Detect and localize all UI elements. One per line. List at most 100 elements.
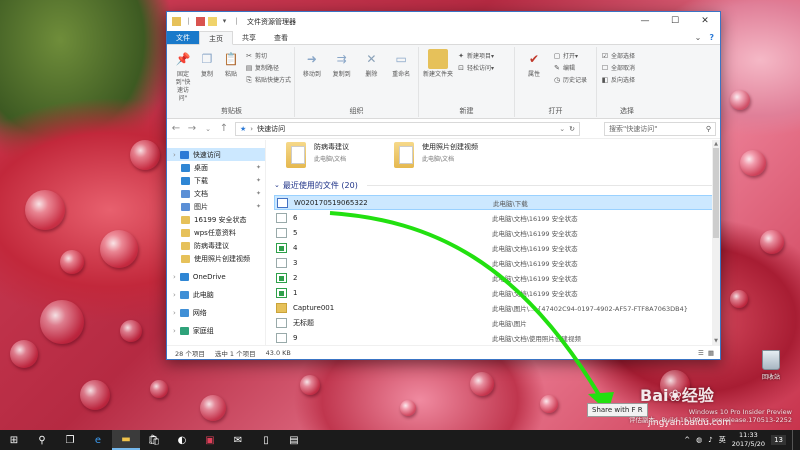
- search-icon[interactable]: ⚲: [28, 430, 56, 450]
- nav-item[interactable]: wps任意资料: [167, 226, 265, 239]
- select-none-button[interactable]: ☐ 全部取消: [601, 63, 635, 73]
- file-row[interactable]: 5 此电脑\文档\16199 安全状态: [274, 225, 720, 240]
- paste-shortcut-button[interactable]: ⎘ 粘贴快捷方式: [245, 75, 291, 85]
- title-bar[interactable]: | ▾ | 文件资源管理器 — ☐ ✕: [167, 12, 720, 31]
- copy-path-button[interactable]: ▤ 复制路径: [245, 63, 291, 73]
- address-bar[interactable]: ★ › 快速访问 ⌄ ↻: [235, 121, 580, 136]
- back-arrow-icon[interactable]: ←: [171, 123, 181, 134]
- file-row[interactable]: 9 此电脑\文档\使用照片创建视频: [274, 330, 720, 345]
- details-view-icon[interactable]: ☰: [698, 349, 704, 357]
- select-all-button[interactable]: ☑ 全部选择: [601, 51, 635, 61]
- new-folder-icon[interactable]: [208, 17, 217, 26]
- tab-home[interactable]: 主页: [199, 31, 233, 45]
- customize-chevron-icon[interactable]: ▾: [220, 17, 229, 26]
- input-method[interactable]: 英: [719, 435, 726, 445]
- notepad-icon[interactable]: ▤: [280, 430, 308, 450]
- expand-chevron-icon[interactable]: ›: [173, 291, 176, 299]
- ribbon-collapse-chevron-icon[interactable]: ⌄: [695, 33, 702, 42]
- nav-item[interactable]: 防病毒建议: [167, 239, 265, 252]
- folder-tile-path: 此电脑\文档: [422, 156, 455, 163]
- expand-chevron-icon[interactable]: ›: [173, 273, 176, 281]
- nav-item[interactable]: › 快速访问: [167, 148, 265, 161]
- scroll-up-icon[interactable]: ▲: [712, 140, 720, 148]
- file-row[interactable]: 无标题 此电脑\图片: [274, 315, 720, 330]
- mail-icon[interactable]: ✉: [224, 430, 252, 450]
- nav-item[interactable]: 文档 ✦: [167, 187, 265, 200]
- history-button[interactable]: ◷ 历史记录: [553, 75, 587, 85]
- help-icon[interactable]: ?: [709, 33, 714, 42]
- recycle-bin[interactable]: 回收站: [756, 350, 786, 381]
- new-folder-icon: [428, 49, 448, 69]
- nav-item[interactable]: 16199 安全状态: [167, 213, 265, 226]
- action-center-button[interactable]: 13: [771, 435, 786, 445]
- close-button[interactable]: ✕: [690, 12, 720, 31]
- tab-view[interactable]: 查看: [265, 31, 297, 44]
- properties-icon[interactable]: [196, 17, 205, 26]
- tab-share[interactable]: 共享: [233, 31, 265, 44]
- invert-selection-button[interactable]: ◧ 反向选择: [601, 75, 635, 85]
- large-icons-view-icon[interactable]: ▦: [708, 349, 714, 357]
- file-explorer-icon[interactable]: ▬: [112, 430, 140, 450]
- nav-item[interactable]: 桌面 ✦: [167, 161, 265, 174]
- forward-arrow-icon[interactable]: →: [187, 123, 197, 134]
- nav-item[interactable]: › 此电脑: [167, 288, 265, 301]
- minimize-button[interactable]: —: [630, 12, 660, 31]
- task-view-icon[interactable]: ❐: [56, 430, 84, 450]
- folder-tile[interactable]: 防病毒建议 此电脑\文档: [286, 142, 349, 178]
- recent-files-header[interactable]: ⌄ 最近使用的文件 (20): [274, 178, 720, 192]
- file-row[interactable]: 3 此电脑\文档\16199 安全状态: [274, 255, 720, 270]
- nav-item-label: 图片: [194, 202, 208, 211]
- file-row[interactable]: W020170519065322 此电脑\下载: [274, 195, 720, 210]
- show-hidden-icons-icon[interactable]: ^: [684, 436, 690, 444]
- file-row[interactable]: 1 此电脑\文档\16199 安全状态: [274, 285, 720, 300]
- start-windows-icon[interactable]: ⊞: [0, 430, 28, 450]
- edit-button[interactable]: ✎ 编辑: [553, 63, 587, 73]
- file-row[interactable]: 6 此电脑\文档\16199 安全状态: [274, 210, 720, 225]
- search-icon: ⚲: [705, 124, 711, 133]
- cut-button[interactable]: ✂ 剪切: [245, 51, 291, 61]
- file-path: 此电脑\下载: [493, 199, 528, 208]
- taskbar: ⊞ ⚲ ❐ e ▬ 🛍 ◐ ▣ ✉ ▯ ▤ ^ ◍ ♪ 英 11:33 2017…: [0, 430, 800, 450]
- app-icon[interactable]: ▣: [196, 430, 224, 450]
- easy-access-button[interactable]: ⊡ 轻松访问▾: [457, 63, 494, 73]
- nav-item[interactable]: › 家庭组: [167, 324, 265, 337]
- clock[interactable]: 11:33 2017/5/20: [732, 431, 765, 449]
- new-item-button[interactable]: ✦ 新建项目▾: [457, 51, 494, 61]
- scroll-down-icon[interactable]: ▼: [712, 337, 720, 345]
- expand-chevron-icon[interactable]: ›: [173, 151, 176, 159]
- folder-icon: [172, 17, 181, 26]
- vertical-scrollbar[interactable]: ▲ ▼: [712, 140, 720, 345]
- file-row[interactable]: Capture001 此电脑\图片\...\{47402C94-0197-4902…: [274, 300, 720, 315]
- folder-icon: [181, 215, 190, 224]
- nav-item[interactable]: › OneDrive: [167, 270, 265, 283]
- edge-browser-icon[interactable]: e: [84, 430, 112, 450]
- network-icon[interactable]: ◍: [696, 436, 702, 444]
- open-button[interactable]: ▢ 打开▾: [553, 51, 587, 61]
- expand-chevron-icon[interactable]: ›: [173, 309, 176, 317]
- nav-item[interactable]: › 网络: [167, 306, 265, 319]
- file-row[interactable]: 2 此电脑\文档\16199 安全状态: [274, 270, 720, 285]
- breadcrumb-location[interactable]: 快速访问: [257, 124, 285, 134]
- nav-item[interactable]: 图片 ✦: [167, 200, 265, 213]
- scroll-thumb[interactable]: [713, 148, 719, 238]
- address-dropdown-icon[interactable]: ⌄: [559, 125, 565, 133]
- refresh-icon[interactable]: ↻: [569, 125, 575, 133]
- expand-chevron-icon[interactable]: ›: [173, 327, 176, 335]
- search-input[interactable]: 搜索"快速访问" ⚲: [604, 121, 716, 136]
- image-file-icon: [276, 287, 287, 298]
- folder-tile[interactable]: 使用照片创建视频 此电脑\文档: [394, 142, 478, 178]
- file-row[interactable]: 4 此电脑\文档\16199 安全状态: [274, 240, 720, 255]
- volume-icon[interactable]: ♪: [708, 436, 712, 444]
- recent-locations-chevron-icon[interactable]: ⌄: [203, 125, 213, 133]
- maximize-button[interactable]: ☐: [660, 12, 690, 31]
- show-desktop-button[interactable]: [792, 430, 796, 450]
- store-icon[interactable]: 🛍: [140, 430, 168, 450]
- water-drop: [730, 90, 750, 110]
- nav-item[interactable]: 使用照片创建视频: [167, 252, 265, 265]
- tab-file[interactable]: 文件: [167, 31, 199, 44]
- nav-item[interactable]: 下载 ✦: [167, 174, 265, 187]
- up-arrow-icon[interactable]: ↑: [219, 123, 229, 134]
- document-icon[interactable]: ▯: [252, 430, 280, 450]
- new-folder-label: 新建文件夹: [423, 71, 454, 78]
- photos-app-icon[interactable]: ◐: [168, 430, 196, 450]
